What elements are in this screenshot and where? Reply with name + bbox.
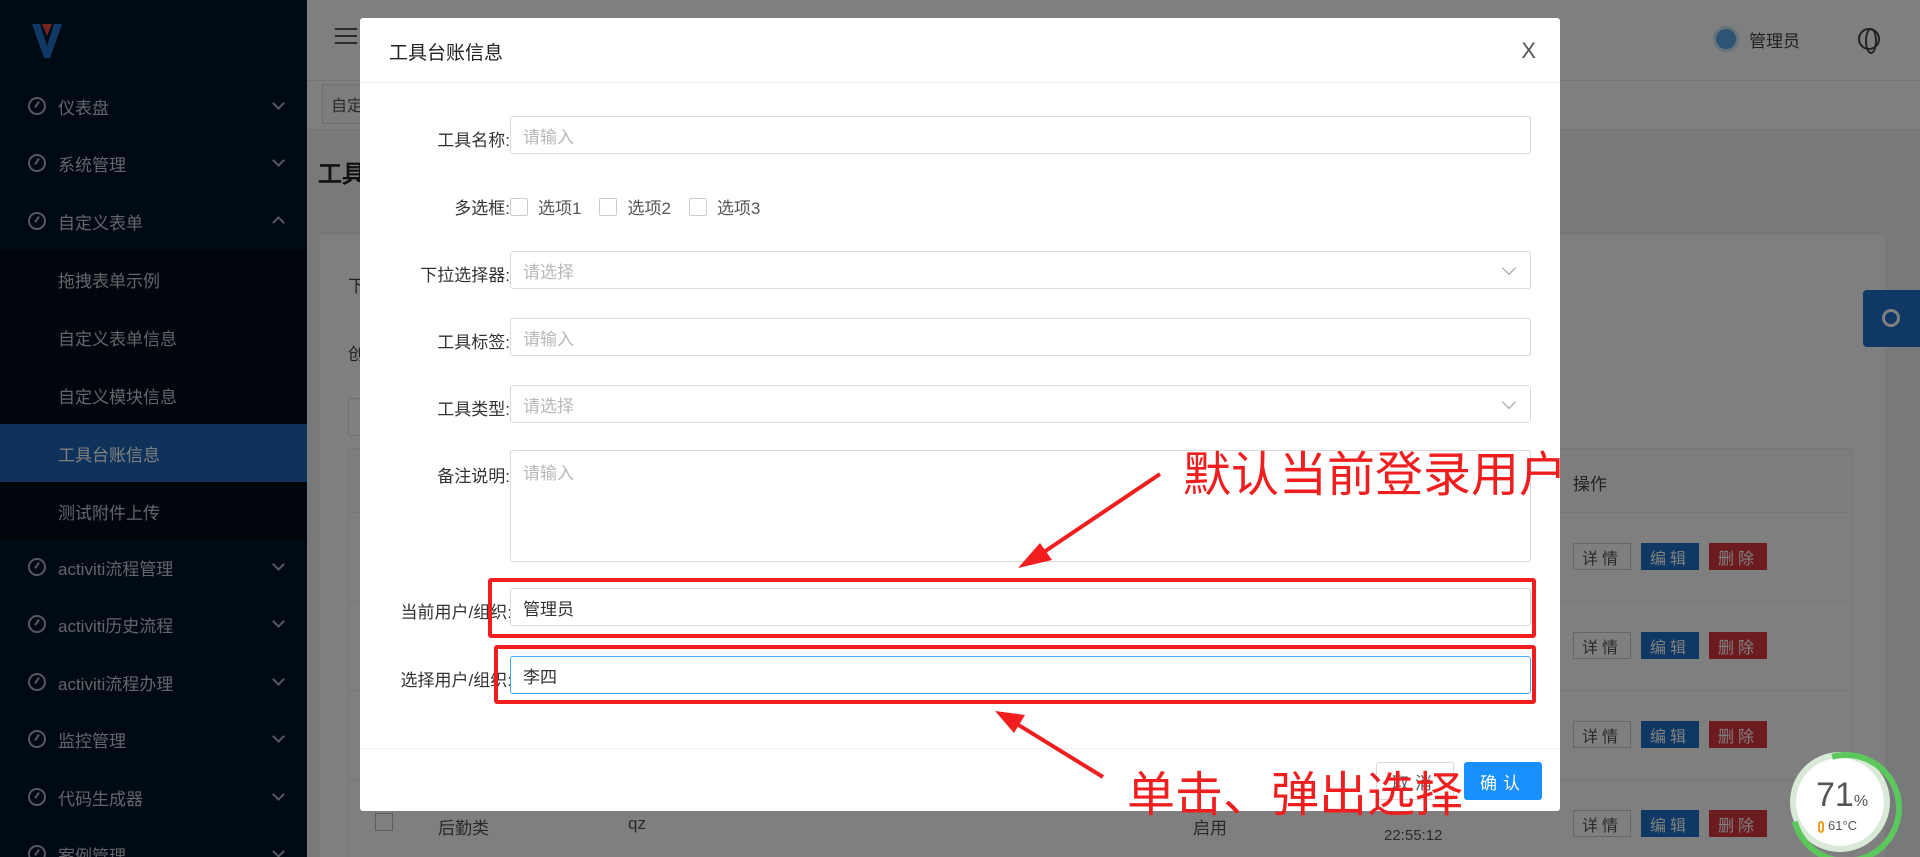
dialog-title: 工具台账信息 — [389, 43, 504, 64]
tool-name-input[interactable]: 请输入 — [510, 116, 1531, 154]
tool-type-select[interactable]: 请选择 — [510, 385, 1531, 423]
tool-tag-label: 工具标签: — [437, 333, 510, 352]
tool-type-placeholder: 请选择 — [523, 396, 574, 416]
confirm-button[interactable]: 确认 — [1464, 762, 1542, 800]
annotation-box-current-user — [488, 578, 1536, 638]
annotation-text-default-user: 默认当前登录用户 — [1183, 449, 1568, 502]
gauge-percent: 71% — [1816, 776, 1868, 815]
close-icon[interactable]: X — [1521, 38, 1536, 64]
gauge-temp-value: 61°C — [1828, 818, 1858, 833]
tool-type-label: 工具类型: — [437, 400, 510, 419]
checkbox-option-label: 选项2 — [627, 199, 671, 218]
cpu-gauge[interactable]: 71% 61°C — [1790, 752, 1890, 852]
checkbox-option-1[interactable]: 选项1 — [510, 194, 581, 219]
chevron-down-icon — [1501, 394, 1517, 410]
checkbox-option-3[interactable]: 选项3 — [688, 194, 761, 219]
dialog-header: 工具台账信息 X — [360, 18, 1560, 83]
checkbox-option-label: 选项3 — [716, 199, 761, 218]
checkbox[interactable] — [510, 197, 528, 216]
checkbox-label: 多选框: — [454, 199, 510, 218]
dropdown-select[interactable]: 请选择 — [510, 251, 1531, 289]
annotation-text-click-select: 单击、弹出选择 — [1127, 769, 1464, 822]
checkbox[interactable] — [688, 197, 707, 216]
checkbox[interactable] — [599, 197, 618, 216]
chevron-down-icon — [1501, 260, 1517, 276]
tool-tag-input[interactable]: 请输入 — [510, 318, 1531, 356]
remark-label: 备注说明: — [437, 467, 510, 486]
dropdown-label: 下拉选择器: — [420, 266, 510, 285]
gauge-percent-value: 71 — [1816, 776, 1854, 814]
gauge-temperature: 61°C — [1818, 818, 1857, 833]
tool-name-label: 工具名称: — [437, 131, 510, 150]
select-user-label: 选择用户/组织: — [400, 671, 512, 690]
checkbox-option-2[interactable]: 选项2 — [599, 194, 671, 219]
checkbox-option-label: 选项1 — [538, 199, 582, 218]
annotation-box-select-user — [494, 645, 1536, 704]
gauge-percent-unit: % — [1853, 793, 1869, 810]
thermometer-icon — [1818, 820, 1824, 833]
dropdown-placeholder: 请选择 — [523, 262, 574, 282]
checkbox-group: 选项1 选项2 选项3 — [510, 194, 778, 219]
